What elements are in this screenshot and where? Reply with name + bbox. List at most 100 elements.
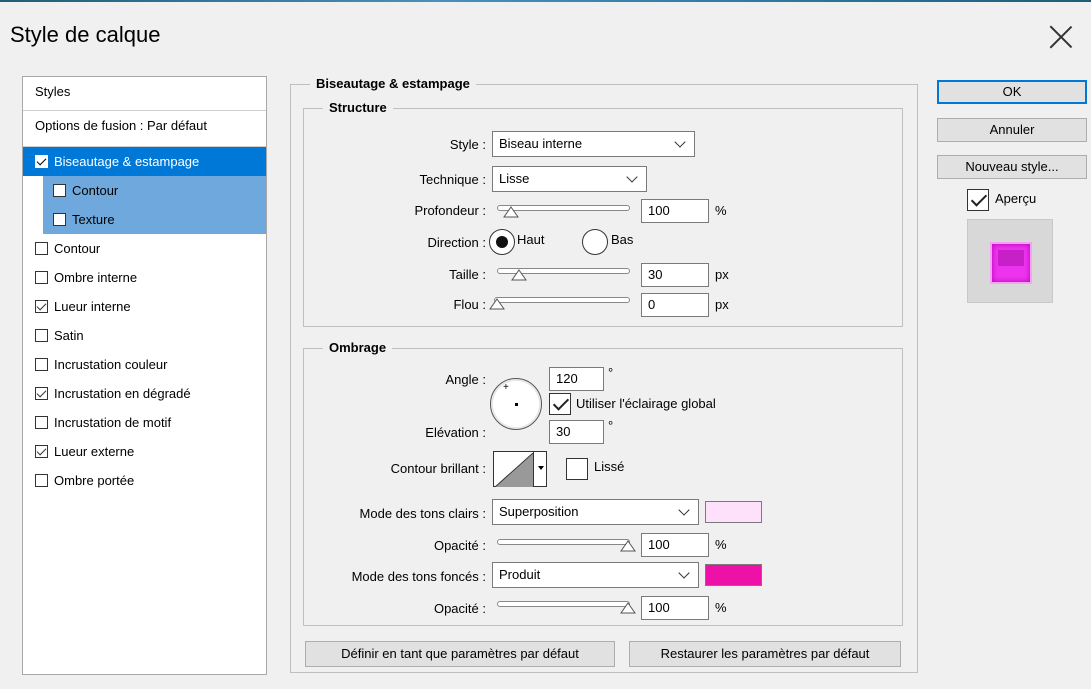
style-item-label: Ombre interne	[54, 270, 138, 285]
preview-checkbox[interactable]	[967, 189, 989, 211]
angle-input[interactable]: 120	[549, 367, 604, 391]
altitude-unit: °	[608, 418, 614, 433]
set-default-button[interactable]: Définir en tant que paramètres par défau…	[305, 641, 615, 667]
checkbox-drop-shadow[interactable]	[35, 474, 48, 487]
angle-dial[interactable]: +	[490, 378, 542, 430]
ok-button[interactable]: OK	[937, 80, 1087, 104]
highlight-opacity-unit: %	[715, 537, 727, 552]
blending-options-item[interactable]: Options de fusion : Par défaut	[23, 111, 266, 147]
technique-select[interactable]: Lisse	[492, 166, 647, 192]
chevron-down-icon	[674, 136, 686, 148]
checkbox-bevel-emboss[interactable]	[35, 155, 48, 168]
style-item-color-overlay[interactable]: Incrustation couleur	[23, 350, 266, 379]
direction-label: Direction :	[427, 235, 486, 250]
shadow-opacity-unit: %	[715, 600, 727, 615]
altitude-input[interactable]: 30	[549, 420, 604, 444]
technique-select-value: Lisse	[499, 171, 530, 186]
global-light-checkbox[interactable]	[549, 393, 571, 415]
shadow-opacity-thumb[interactable]	[620, 602, 636, 614]
style-item-label: Lueur externe	[54, 444, 135, 459]
checkbox-gradient-overlay[interactable]	[35, 387, 48, 400]
shadow-opacity-input[interactable]: 100	[641, 596, 709, 620]
soften-label: Flou :	[453, 297, 486, 312]
reset-default-button[interactable]: Restaurer les paramètres par défaut	[629, 641, 901, 667]
highlight-mode-value: Superposition	[499, 504, 579, 519]
dropdown-arrow-icon	[538, 466, 544, 470]
style-item-pattern-overlay[interactable]: Incrustation de motif	[23, 408, 266, 437]
checkbox-contour-sub[interactable]	[53, 184, 66, 197]
checkbox-outer-glow[interactable]	[35, 445, 48, 458]
style-item-drop-shadow[interactable]: Ombre portée	[23, 466, 266, 495]
highlight-opacity-input[interactable]: 100	[641, 533, 709, 557]
style-item-gradient-overlay[interactable]: Incrustation en dégradé	[23, 379, 266, 408]
dialog-title: Style de calque	[10, 22, 161, 47]
style-preview-thumbnail	[967, 219, 1053, 303]
highlight-mode-select[interactable]: Superposition	[492, 499, 699, 525]
style-item-outer-glow[interactable]: Lueur externe	[23, 437, 266, 466]
size-unit: px	[715, 267, 729, 282]
direction-down-label: Bas	[611, 232, 634, 247]
highlight-opacity-slider[interactable]	[497, 539, 630, 545]
new-style-button[interactable]: Nouveau style...	[937, 155, 1087, 179]
direction-up-radio[interactable]	[489, 229, 515, 255]
gloss-contour-picker[interactable]	[493, 451, 547, 487]
checkbox-color-overlay[interactable]	[35, 358, 48, 371]
close-icon[interactable]	[1046, 22, 1076, 52]
shadow-opacity-slider[interactable]	[497, 601, 630, 607]
shadow-mode-select[interactable]: Produit	[492, 562, 699, 588]
direction-down-radio[interactable]	[582, 229, 608, 255]
direction-up-label: Haut	[517, 232, 545, 247]
shadow-mode-label: Mode des tons foncés :	[351, 569, 486, 584]
soften-slider-thumb[interactable]	[489, 298, 505, 310]
depth-label: Profondeur :	[414, 203, 486, 218]
style-label: Style :	[449, 137, 486, 152]
highlight-opacity-thumb[interactable]	[620, 540, 636, 552]
checkbox-inner-shadow[interactable]	[35, 271, 48, 284]
checkbox-stroke[interactable]	[35, 242, 48, 255]
size-input[interactable]: 30	[641, 263, 709, 287]
style-item-contour-sub[interactable]: Contour	[43, 176, 266, 205]
style-item-stroke[interactable]: Contour	[23, 234, 266, 263]
style-item-satin[interactable]: Satin	[23, 321, 266, 350]
crosshair-icon: +	[503, 382, 509, 393]
cancel-button[interactable]: Annuler	[937, 118, 1087, 142]
styles-header[interactable]: Styles	[23, 77, 266, 111]
angle-center-dot	[515, 403, 518, 406]
style-item-inner-shadow[interactable]: Ombre interne	[23, 263, 266, 292]
style-select[interactable]: Biseau interne	[492, 131, 695, 157]
style-item-label: Texture	[72, 212, 115, 227]
shadow-opacity-label: Opacité :	[433, 601, 486, 616]
soften-input[interactable]: 0	[641, 293, 709, 317]
size-label: Taille :	[449, 267, 486, 282]
angle-label: Angle :	[445, 372, 486, 387]
angle-unit: °	[608, 365, 614, 380]
structure-title: Structure	[323, 100, 393, 116]
style-item-inner-glow[interactable]: Lueur interne	[23, 292, 266, 321]
soften-slider[interactable]	[494, 297, 630, 303]
depth-input[interactable]: 100	[641, 199, 709, 223]
gloss-contour-label: Contour brillant :	[390, 461, 486, 476]
style-item-label: Ombre portée	[54, 473, 135, 488]
style-item-label: Incrustation en dégradé	[54, 386, 191, 401]
antialias-checkbox[interactable]	[566, 458, 588, 480]
highlight-opacity-label: Opacité :	[433, 538, 486, 553]
checkbox-inner-glow[interactable]	[35, 300, 48, 313]
depth-slider-thumb[interactable]	[503, 206, 519, 218]
preview-label: Aperçu	[995, 191, 1037, 206]
highlight-color-swatch[interactable]	[705, 501, 762, 523]
style-item-texture[interactable]: Texture	[43, 205, 266, 234]
bevel-emboss-title: Biseautage & estampage	[310, 76, 476, 92]
contour-curve-icon	[495, 453, 533, 487]
chevron-down-icon	[626, 171, 638, 183]
styles-list: Styles Options de fusion : Par défaut Bi…	[22, 76, 267, 675]
soften-unit: px	[715, 297, 729, 312]
shadow-color-swatch[interactable]	[705, 564, 762, 586]
checkbox-texture[interactable]	[53, 213, 66, 226]
shading-title: Ombrage	[323, 340, 393, 356]
checkbox-satin[interactable]	[35, 329, 48, 342]
altitude-label: Elévation :	[425, 425, 486, 440]
style-item-label: Contour	[54, 241, 101, 256]
checkbox-pattern-overlay[interactable]	[35, 416, 48, 429]
style-item-bevel-emboss[interactable]: Biseautage & estampage	[23, 147, 266, 176]
size-slider-thumb[interactable]	[511, 269, 527, 281]
